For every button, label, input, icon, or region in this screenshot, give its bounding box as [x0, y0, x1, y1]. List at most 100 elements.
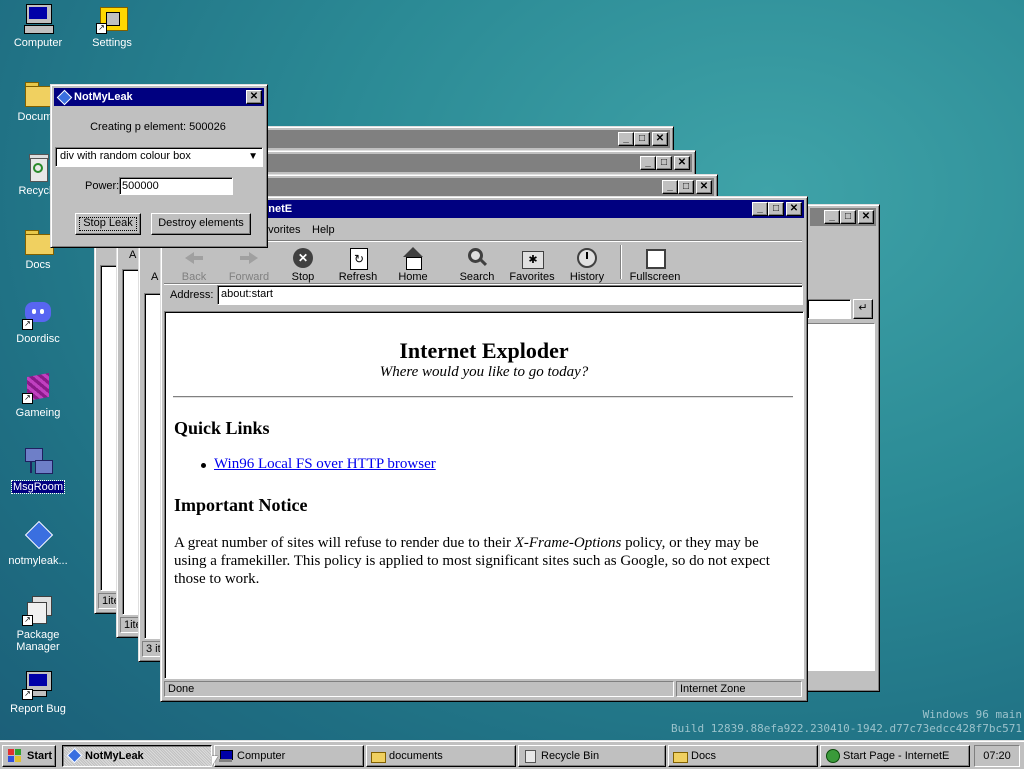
maximize-button[interactable]: □	[634, 132, 650, 146]
package-icon: ↗	[22, 594, 54, 626]
page-hr	[173, 396, 793, 398]
ie-toolbar: Back Forward ✕ Stop ↻ Refresh Home Searc…	[167, 243, 799, 283]
chat-bubble-icon: ↗	[22, 298, 54, 330]
power-label: Power:	[85, 180, 120, 192]
button-label: Destroy elements	[158, 217, 244, 229]
toolbar-label: Favorites	[509, 271, 555, 283]
desktop-icon-computer[interactable]: Computer	[0, 2, 76, 49]
taskbar-item-internet-exploder[interactable]: Start Page - InternetE	[820, 745, 970, 767]
start-button[interactable]: Start	[2, 745, 56, 767]
notmyleak-window[interactable]: NotMyLeak ✕ Creating p element: 500026 d…	[50, 84, 268, 248]
minimize-button[interactable]: _	[824, 210, 840, 224]
minimize-button[interactable]: _	[618, 132, 634, 146]
desktop-icon-report-bug[interactable]: ↗ Report Bug	[0, 668, 76, 715]
power-input[interactable]: 500000	[119, 177, 233, 195]
ie-window[interactable]: rnetE _ □ ✕ avorites Help Back Forward ✕…	[160, 196, 808, 702]
back-button[interactable]: Back	[167, 243, 221, 283]
address-value: about:start	[221, 288, 273, 300]
arrow-left-icon	[183, 247, 205, 269]
close-button[interactable]: ✕	[246, 90, 262, 104]
desktop-icon-label: MsgRoom	[10, 480, 66, 494]
maximize-button[interactable]: □	[768, 202, 784, 216]
system-tray: 07:20	[974, 745, 1020, 767]
refresh-icon: ↻	[347, 247, 369, 270]
mode-selected-value: div with random colour box	[60, 150, 191, 162]
minimize-button[interactable]: _	[640, 156, 656, 170]
taskbar-item-label: Recycle Bin	[541, 750, 600, 762]
address-field[interactable]	[807, 299, 851, 319]
close-button[interactable]: ✕	[696, 180, 712, 194]
refresh-button[interactable]: ↻ Refresh	[331, 243, 385, 283]
close-button[interactable]: ✕	[858, 210, 874, 224]
mode-select[interactable]: div with random colour box ▼	[55, 147, 263, 167]
menu-help[interactable]: Help	[312, 221, 335, 239]
favorites-folder-icon: ✱	[521, 247, 544, 269]
taskbar-item-notmyleak[interactable]: NotMyLeak	[62, 745, 212, 767]
local-fs-link[interactable]: Win96 Local FS over HTTP browser	[214, 456, 436, 473]
destroy-elements-button[interactable]: Destroy elements	[151, 213, 251, 235]
desktop-icon-label: Settings	[92, 37, 132, 49]
page-viewport[interactable]: Internet Exploder Where would you like t…	[164, 311, 804, 679]
leak-status: Creating p element: 500026	[90, 121, 226, 133]
maximize-button[interactable]: □	[840, 210, 856, 224]
computer-icon	[22, 2, 54, 34]
computer-icon	[219, 749, 233, 762]
watermark-line1: Windows 96 main	[922, 708, 1022, 721]
clock[interactable]: 07:20	[983, 750, 1011, 762]
status-text: Done	[168, 683, 195, 695]
desktop-icon-msgroom[interactable]: MsgRoom	[0, 446, 76, 494]
desktop-icon-gameing[interactable]: ↗ Gameing	[0, 372, 76, 419]
maximize-button[interactable]: □	[656, 156, 672, 170]
fullscreen-button[interactable]: Fullscreen	[624, 243, 686, 283]
window-titlebar[interactable]: _ □ ✕	[810, 208, 876, 226]
go-button[interactable]: ↵	[853, 299, 873, 319]
folder-icon	[371, 749, 386, 763]
notice-paragraph: A great number of sites will refuse to r…	[174, 534, 790, 588]
search-button[interactable]: Search	[450, 243, 504, 283]
desktop-icon-label: Package Manager	[16, 629, 60, 653]
chevron-down-icon[interactable]: ▼	[248, 148, 258, 165]
close-button[interactable]: ✕	[652, 132, 668, 146]
stop-leak-button[interactable]: Stop Leak	[75, 213, 141, 235]
mouse-cursor	[212, 756, 218, 766]
desktop-icon-notmyleak[interactable]: notmyleak...	[0, 520, 76, 567]
watermark-line2: Build 12839.88efa922.230410-1942.d77c73e…	[671, 722, 1022, 735]
minimize-button[interactable]: _	[752, 202, 768, 216]
desktop-icon-package-manager[interactable]: ↗ Package Manager	[0, 594, 76, 653]
taskbar-item-recycle-bin[interactable]: Recycle Bin	[518, 745, 666, 767]
taskbar-item-documents[interactable]: documents	[366, 745, 516, 767]
desktop-icon-label: Report Bug	[10, 703, 66, 715]
bullet	[201, 463, 206, 468]
toolbar-label: Stop	[291, 271, 315, 283]
toolbar-label: Fullscreen	[629, 271, 681, 283]
start-logo-icon	[8, 749, 22, 762]
history-button[interactable]: History	[560, 243, 614, 283]
desktop-icon-label: notmyleak...	[8, 555, 68, 567]
notice-emphasis: X-Frame-Options	[514, 535, 622, 551]
home-button[interactable]: Home	[386, 243, 440, 283]
toolbar-label: Refresh	[338, 271, 378, 283]
close-button[interactable]: ✕	[786, 202, 802, 216]
desktop-icon-doordisc[interactable]: ↗ Doordisc	[0, 298, 76, 345]
stop-button[interactable]: ✕ Stop	[276, 243, 330, 283]
desktop-icon-label: Gameing	[15, 407, 61, 419]
taskbar-item-computer[interactable]: Computer	[214, 745, 364, 767]
diamond-icon	[66, 747, 83, 764]
taskbar-item-docs[interactable]: Docs	[668, 745, 818, 767]
minimize-button[interactable]: _	[662, 180, 678, 194]
favorites-button[interactable]: ✱ Favorites	[505, 243, 559, 283]
notmyleak-titlebar[interactable]: NotMyLeak ✕	[54, 88, 264, 106]
forward-button[interactable]: Forward	[222, 243, 276, 283]
recycle-bin-icon	[523, 749, 537, 763]
history-icon	[576, 247, 598, 269]
network-icon	[22, 446, 54, 478]
taskbar-item-label: Start Page - InternetE	[843, 750, 950, 762]
toolbar-letter: A	[129, 249, 137, 261]
background-window-4[interactable]: _ □ ✕ ↵	[806, 204, 880, 692]
settings-icon: ↗	[96, 2, 128, 34]
close-button[interactable]: ✕	[674, 156, 690, 170]
notice-heading: Important Notice	[174, 495, 308, 515]
address-input[interactable]: about:start	[217, 285, 803, 305]
maximize-button[interactable]: □	[678, 180, 694, 194]
desktop-icon-settings[interactable]: ↗ Settings	[74, 2, 150, 49]
